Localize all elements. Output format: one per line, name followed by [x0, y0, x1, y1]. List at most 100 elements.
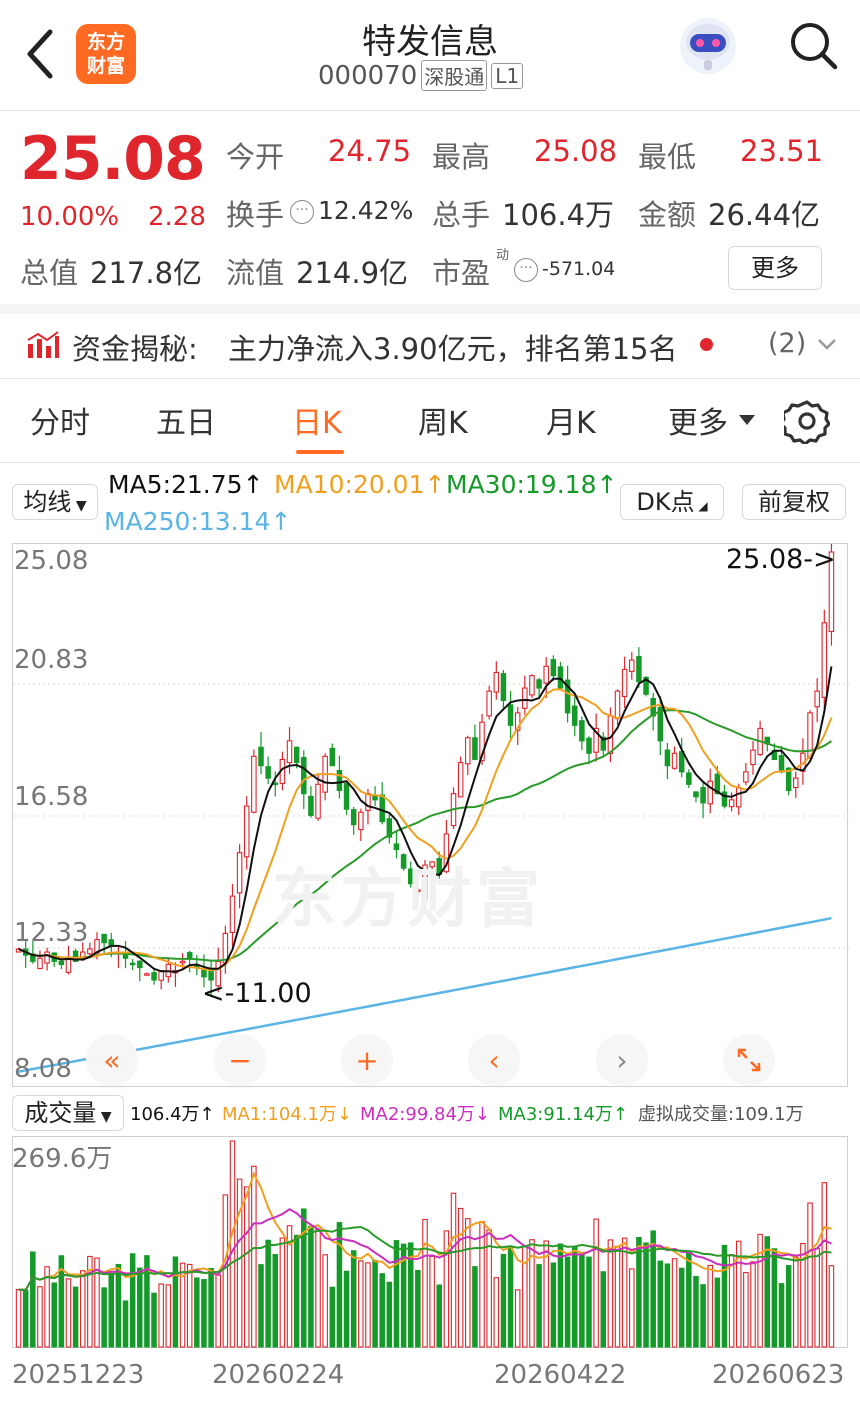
ma250-line — [18, 916, 832, 1073]
adjust-button[interactable]: 前复权 — [742, 484, 846, 520]
dk-point-label: DK点 — [636, 488, 695, 516]
ma5-legend: MA5:21.75↑ — [108, 470, 264, 499]
volume-bar — [358, 1260, 364, 1348]
volume-bar — [514, 1289, 521, 1348]
volume-bar — [236, 1178, 243, 1348]
candle-body — [251, 755, 257, 813]
candle-body — [586, 737, 592, 754]
candle-body — [778, 755, 785, 773]
volume-bar — [579, 1253, 585, 1348]
volume-bar — [693, 1275, 699, 1348]
candle-body — [493, 671, 500, 693]
y-label-top: 25.08 — [14, 546, 89, 576]
volume-indicator-selector[interactable]: 成交量 ▼ — [12, 1095, 124, 1131]
ma10-value: MA10:20.01 — [274, 470, 425, 499]
date-label-1: 20251223 — [12, 1360, 145, 1390]
vol-ma2-legend: MA2:99.84万↓ — [360, 1104, 490, 1125]
candle-body — [144, 973, 150, 976]
unread-dot — [700, 338, 713, 351]
volume-bar — [243, 1186, 250, 1348]
date-label-2: 20260224 — [212, 1360, 345, 1390]
more-button[interactable]: 更多 — [728, 246, 822, 290]
turnover-value: 12.42% — [318, 196, 414, 225]
volume-label: 总手 — [432, 198, 491, 232]
message-count[interactable]: (2) — [768, 328, 806, 359]
pe-sup: 动 — [496, 248, 510, 263]
zoom-out-button[interactable]: − — [214, 1034, 266, 1086]
candle-body — [814, 690, 820, 708]
pe-label: 市盈 — [432, 256, 491, 290]
info-icon[interactable]: ··· — [290, 200, 314, 224]
chevron-down-icon[interactable] — [816, 336, 838, 352]
robot-assistant-icon[interactable] — [676, 12, 740, 76]
candle-body — [301, 756, 307, 795]
volume-bar — [686, 1251, 692, 1348]
tab-daily-k[interactable]: 日K — [292, 398, 342, 442]
fullscreen-button[interactable] — [723, 1034, 775, 1086]
kline-chart[interactable] — [12, 543, 849, 1087]
scroll-left-button[interactable]: ‹ — [468, 1034, 520, 1086]
stock-name: 特发信息 — [362, 22, 498, 62]
volume-bar — [764, 1236, 771, 1348]
low-value: 23.51 — [740, 134, 824, 168]
turnover-label: 换手 — [226, 198, 285, 232]
volume-bar — [707, 1264, 713, 1348]
vol-ma3-legend: MA3:91.14万↑ — [498, 1104, 628, 1125]
volume-bar — [828, 1265, 835, 1348]
zoom-in-button[interactable]: + — [341, 1034, 393, 1086]
volume-current-value: 106.4万 — [130, 1104, 200, 1125]
volume-bar — [393, 1240, 400, 1348]
vol-ma3-value: MA3:91.14万 — [498, 1104, 613, 1125]
candle-body — [236, 852, 243, 894]
candle-body — [186, 952, 193, 959]
high-label: 最高 — [432, 140, 491, 174]
candle-body — [129, 962, 136, 966]
amount-value: 26.44亿 — [708, 198, 821, 232]
indicator-selector[interactable]: 均线 ▼ — [12, 484, 98, 520]
dk-point-button[interactable]: DK点 ◢ — [620, 484, 724, 520]
capital-flow-text[interactable]: 主力净流入3.90亿元，排名第15名 — [228, 326, 677, 368]
candle-body — [500, 673, 507, 702]
candle-body — [614, 690, 621, 720]
back-icon[interactable] — [22, 26, 62, 82]
volume-bar — [436, 1284, 443, 1348]
tab-monthly-k[interactable]: 月K — [546, 398, 596, 442]
candle-body — [358, 811, 364, 831]
y-label-bottom: 8.08 — [14, 1054, 72, 1084]
volume-bar — [72, 1286, 79, 1348]
candle-body — [151, 972, 157, 981]
y-label-3: 16.58 — [14, 782, 89, 812]
vol-ma2-value: MA2:99.84万 — [360, 1104, 475, 1125]
caret-down-icon[interactable] — [738, 412, 756, 426]
volume-bar — [79, 1270, 86, 1348]
tab-more[interactable]: 更多 — [668, 398, 728, 442]
volume-bar — [450, 1192, 457, 1348]
mktcap-value: 217.8亿 — [90, 256, 203, 290]
scroll-right-button[interactable]: › — [596, 1034, 648, 1086]
candle-body — [272, 782, 279, 786]
volume-bar — [415, 1269, 421, 1348]
volume-bar — [507, 1247, 514, 1348]
gear-icon[interactable] — [779, 398, 831, 446]
ma30-value: MA30:19.18 — [446, 470, 597, 499]
candle-body — [735, 786, 742, 808]
scroll-left-fast-button[interactable]: « — [86, 1034, 138, 1086]
low-label: 最低 — [638, 140, 697, 174]
tab-intraday[interactable]: 分时 — [30, 398, 90, 442]
volume-bar — [564, 1256, 571, 1348]
candle-body — [336, 770, 343, 792]
candle-body — [529, 675, 535, 696]
candle-body — [65, 957, 72, 973]
info-icon[interactable]: ··· — [514, 258, 538, 282]
volume-chart[interactable] — [12, 1136, 848, 1348]
search-icon[interactable] — [786, 18, 840, 72]
volume-bar — [329, 1286, 336, 1348]
candle-body — [686, 772, 692, 785]
volume-bar — [750, 1261, 756, 1348]
volume-bar — [557, 1243, 564, 1348]
candle-body — [664, 749, 671, 767]
tab-five-day[interactable]: 五日 — [156, 398, 216, 442]
volume-bar — [165, 1284, 172, 1348]
chart-watermark: 东方财富 — [272, 863, 544, 937]
tab-weekly-k[interactable]: 周K — [418, 398, 468, 442]
